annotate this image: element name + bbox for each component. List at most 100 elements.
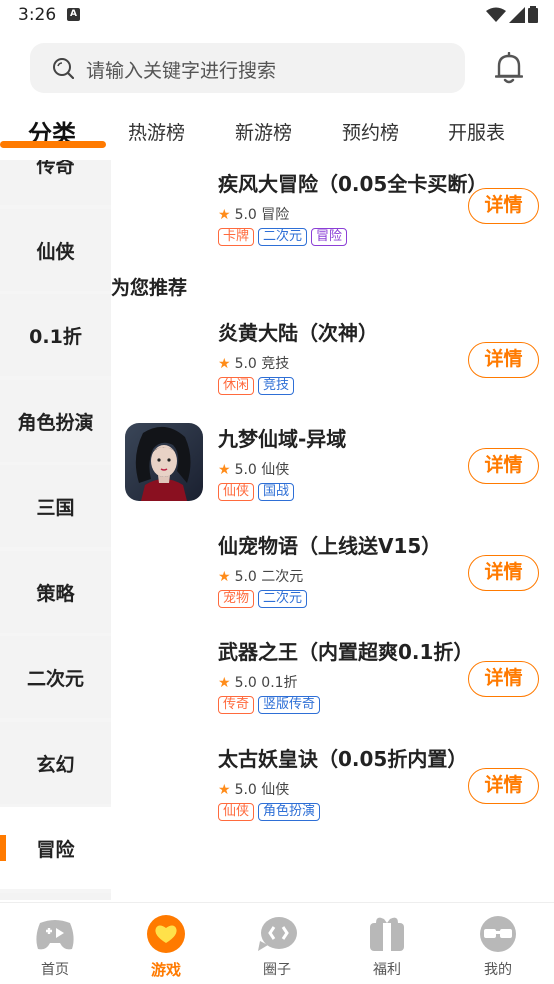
game-list: 疾风大冒险（0.05全卡买断） ★ 5.0 冒险 卡牌 二次元 冒险 详情 为您推…	[111, 160, 554, 900]
star-icon: ★	[218, 462, 231, 478]
detail-button[interactable]: 详情	[468, 661, 539, 697]
nav-mine[interactable]: 我的	[458, 915, 538, 979]
game-name: 疾风大冒险（0.05全卡买断）	[218, 172, 488, 196]
tag: 角色扮演	[258, 803, 321, 821]
sidebar-item-label: 冒险	[36, 838, 75, 861]
game-genre: 仙侠	[261, 782, 290, 798]
sidebar-item-strategy[interactable]: 策略	[0, 551, 111, 633]
list-item[interactable]: 疾风大冒险（0.05全卡买断） ★ 5.0 冒险 卡牌 二次元 冒险 详情	[111, 168, 554, 268]
game-tags: 卡牌 二次元 冒险	[218, 228, 348, 246]
game-meta: ★ 5.0 冒险	[218, 204, 289, 224]
list-item[interactable]: 武器之王（内置超爽0.1折） ★ 5.0 0.1折 传奇 竖版传奇 详情	[111, 636, 554, 736]
star-icon: ★	[218, 569, 231, 585]
tag: 仙侠	[218, 803, 255, 821]
game-rating: 5.0	[234, 675, 257, 691]
game-genre: 二次元	[261, 569, 304, 585]
tag: 宠物	[218, 590, 255, 608]
sidebar-item-next[interactable]	[0, 893, 111, 900]
star-icon: ★	[218, 207, 231, 223]
status-bar: 3:26 A	[0, 0, 554, 32]
search-icon	[53, 58, 74, 79]
profile-glasses-icon	[480, 916, 516, 952]
tag: 仙侠	[218, 483, 255, 501]
notification-icon: A	[67, 8, 80, 21]
game-rating: 5.0	[234, 207, 257, 223]
search-bar[interactable]: 请输入关键字进行搜索	[30, 43, 465, 93]
nav-home[interactable]: 首页	[15, 915, 95, 979]
detail-button[interactable]: 详情	[468, 342, 539, 378]
tab-hot[interactable]: 热游榜	[128, 118, 185, 145]
tag: 冒险	[311, 228, 348, 246]
list-item[interactable]: 仙宠物语（上线送V15） ★ 5.0 二次元 宠物 二次元 详情	[111, 530, 554, 630]
bottom-nav: 首页 游戏 圈子 福利 我的	[0, 902, 554, 984]
detail-button[interactable]: 详情	[468, 555, 539, 591]
tag: 传奇	[218, 696, 255, 714]
game-meta: ★ 5.0 0.1折	[218, 672, 298, 692]
sidebar-item-label: 角色扮演	[17, 411, 94, 434]
nav-welfare[interactable]: 福利	[347, 915, 427, 979]
sidebar-item-sanguo[interactable]: 三国	[0, 465, 111, 547]
nav-label: 圈子	[263, 962, 291, 978]
category-sidebar: 传奇 仙侠 0.1折 角色扮演 三国 策略 二次元 玄幻 冒险	[0, 160, 111, 900]
game-meta: ★ 5.0 仙侠	[218, 779, 289, 799]
game-name: 炎黄大陆（次神）	[218, 321, 378, 345]
game-tags: 传奇 竖版传奇	[218, 696, 321, 714]
sidebar-item-discount[interactable]: 0.1折	[0, 294, 111, 376]
signal-icon	[509, 6, 525, 23]
sidebar-item-label: 策略	[36, 582, 75, 605]
game-name: 仙宠物语（上线送V15）	[218, 534, 442, 558]
game-icon-art	[125, 423, 203, 501]
sidebar-item-label: 传奇	[36, 160, 75, 177]
section-title-recommend: 为您推荐	[111, 277, 188, 299]
game-name: 九梦仙域-异域	[218, 427, 347, 451]
game-heart-icon	[147, 915, 185, 953]
list-item[interactable]: 太古妖皇诀（0.05折内置） ★ 5.0 仙侠 仙侠 角色扮演 详情	[111, 743, 554, 843]
game-meta: ★ 5.0 仙侠	[218, 459, 289, 479]
star-icon: ★	[218, 782, 231, 798]
detail-button[interactable]: 详情	[468, 448, 539, 484]
sidebar-item-adventure[interactable]: 冒险	[0, 807, 111, 889]
game-genre: 0.1折	[261, 675, 298, 691]
game-meta: ★ 5.0 竞技	[218, 353, 289, 373]
star-icon: ★	[218, 675, 231, 691]
game-tags: 仙侠 国战	[218, 483, 295, 501]
gamepad-icon	[36, 920, 74, 950]
nav-label: 我的	[484, 962, 512, 978]
list-item[interactable]: 炎黄大陆（次神） ★ 5.0 竞技 休闲 竞技 详情	[111, 317, 554, 417]
nav-games[interactable]: 游戏	[126, 915, 206, 980]
chat-bubble-icon	[258, 917, 297, 951]
game-genre: 冒险	[261, 207, 290, 223]
tag: 卡牌	[218, 228, 255, 246]
tag: 竖版传奇	[258, 696, 321, 714]
tag: 二次元	[258, 590, 308, 608]
battery-icon	[528, 6, 538, 23]
tab-reserve[interactable]: 预约榜	[342, 118, 399, 145]
search-placeholder[interactable]: 请输入关键字进行搜索	[86, 56, 276, 83]
nav-community[interactable]: 圈子	[237, 915, 317, 979]
sidebar-item-fantasy[interactable]: 玄幻	[0, 722, 111, 804]
tab-new[interactable]: 新游榜	[235, 118, 292, 145]
tag: 国战	[258, 483, 295, 501]
status-time: 3:26	[18, 5, 57, 25]
game-name: 武器之王（内置超爽0.1折）	[218, 640, 474, 664]
detail-button[interactable]: 详情	[468, 188, 539, 224]
list-item[interactable]: 九梦仙域-异域 ★ 5.0 仙侠 仙侠 国战 详情	[111, 423, 554, 523]
sidebar-item-label: 三国	[36, 496, 75, 519]
game-rating: 5.0	[234, 569, 257, 585]
sidebar-item-rpg[interactable]: 角色扮演	[0, 380, 111, 462]
game-rating: 5.0	[234, 462, 257, 478]
nav-label: 福利	[373, 962, 401, 978]
sidebar-item-chuanqi[interactable]: 传奇	[0, 160, 111, 205]
sidebar-item-xianxia[interactable]: 仙侠	[0, 209, 111, 291]
sidebar-item-label: 仙侠	[36, 240, 75, 263]
game-meta: ★ 5.0 二次元	[218, 566, 303, 586]
sidebar-item-anime[interactable]: 二次元	[0, 636, 111, 718]
detail-button[interactable]: 详情	[468, 768, 539, 804]
tag: 休闲	[218, 377, 255, 395]
active-tab-indicator	[0, 141, 106, 148]
bell-icon[interactable]	[495, 52, 523, 84]
nav-label: 游戏	[150, 961, 181, 979]
tag: 竞技	[258, 377, 295, 395]
game-rating: 5.0	[234, 782, 257, 798]
tab-server[interactable]: 开服表	[448, 118, 505, 145]
